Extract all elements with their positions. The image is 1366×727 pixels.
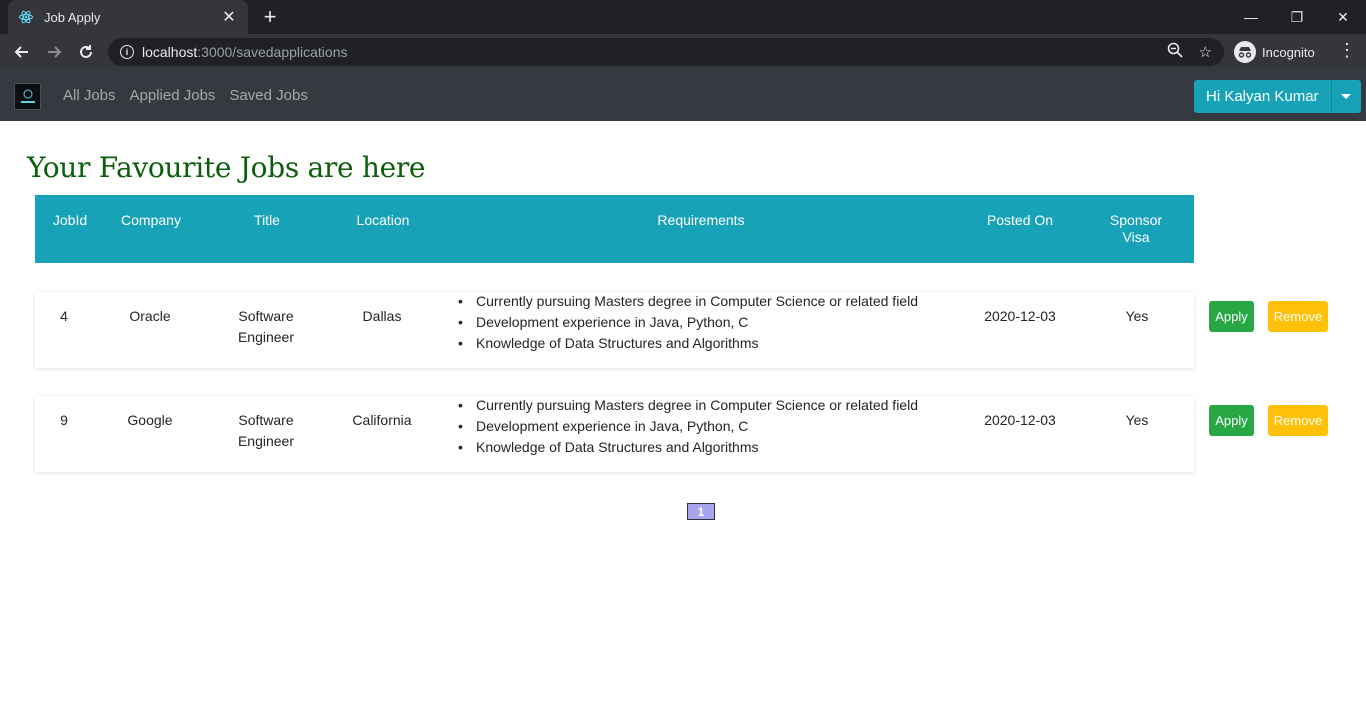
table-header: JobId Company Title Location Requirement… — [35, 195, 1194, 263]
apply-button[interactable]: Apply — [1209, 301, 1254, 332]
incognito-icon — [1234, 41, 1256, 63]
restore-icon[interactable]: ❐ — [1274, 0, 1320, 34]
app-navbar: All Jobs Applied Jobs Saved Jobs Hi Kaly… — [0, 70, 1366, 121]
forward-icon[interactable] — [38, 36, 70, 68]
close-tab-icon[interactable]: ✕ — [220, 7, 238, 27]
header-location: Location — [356, 212, 410, 228]
cell-sponsor-visa: Yes — [1125, 308, 1149, 324]
cell-title-line1: Software — [238, 308, 294, 324]
nav-saved-jobs[interactable]: Saved Jobs — [229, 87, 307, 104]
back-icon[interactable] — [6, 36, 38, 68]
window-controls: — ❐ ✕ — [1228, 0, 1366, 34]
cell-company: Oracle — [129, 308, 171, 324]
header-sponsor-line2: Visa — [1122, 229, 1150, 245]
cell-title-line2: Engineer — [237, 433, 295, 449]
pagination-page-1[interactable]: 1 — [687, 503, 715, 520]
requirement-item: Currently pursuing Masters degree in Com… — [458, 291, 996, 312]
cell-title-line1: Software — [238, 412, 294, 428]
table-row: 4 Oracle Software Engineer Dallas Curren… — [35, 291, 1194, 368]
nav-applied-jobs[interactable]: Applied Jobs — [130, 87, 216, 104]
requirement-item: Currently pursuing Masters degree in Com… — [458, 395, 996, 416]
cell-company: Google — [127, 412, 173, 428]
window-close-icon[interactable]: ✕ — [1320, 0, 1366, 34]
header-title: Title — [254, 212, 280, 228]
remove-button[interactable]: Remove — [1268, 301, 1328, 332]
user-button[interactable]: Hi Kalyan Kumar — [1194, 80, 1331, 113]
reload-icon[interactable] — [70, 36, 102, 68]
cell-jobid: 9 — [60, 412, 68, 428]
tab-title: Job Apply — [44, 9, 101, 25]
browser-tabstrip: Job Apply ✕ + — ❐ ✕ — [0, 0, 1366, 34]
react-icon — [18, 9, 34, 25]
cell-title-line2: Engineer — [237, 329, 295, 345]
new-tab-icon[interactable]: + — [260, 6, 280, 28]
cell-jobid: 4 — [60, 308, 68, 324]
cell-posted-on: 2020-12-03 — [984, 308, 1056, 324]
requirement-item: Development experience in Java, Python, … — [458, 416, 996, 437]
profile-label: Incognito — [1262, 44, 1315, 60]
site-info-icon[interactable]: i — [120, 45, 134, 59]
remove-button[interactable]: Remove — [1268, 405, 1328, 436]
header-company: Company — [121, 212, 181, 228]
cell-title: Software Engineer — [221, 410, 311, 452]
cell-title: Software Engineer — [221, 306, 311, 348]
apply-button[interactable]: Apply — [1209, 405, 1254, 436]
address-bar[interactable]: i localhost:3000/savedapplications ☆ — [108, 38, 1224, 66]
header-jobid: JobId — [52, 212, 88, 228]
user-dropdown-toggle[interactable] — [1330, 80, 1361, 113]
caret-down-icon — [1341, 94, 1352, 99]
table-row: 9 Google Software Engineer California Cu… — [35, 395, 1194, 472]
cell-location: California — [352, 412, 412, 428]
zoom-icon[interactable] — [1167, 42, 1183, 62]
cell-location: Dallas — [362, 308, 402, 324]
nav-links: All Jobs Applied Jobs Saved Jobs — [63, 70, 308, 121]
browser-tab[interactable]: Job Apply ✕ — [8, 0, 248, 34]
requirement-item: Development experience in Java, Python, … — [458, 312, 996, 333]
requirement-item: Knowledge of Data Structures and Algorit… — [458, 437, 996, 458]
requirement-item: Knowledge of Data Structures and Algorit… — [458, 333, 996, 354]
requirements-list: Currently pursuing Masters degree in Com… — [458, 291, 996, 354]
header-posted-on: Posted On — [986, 212, 1054, 228]
page-title: Your Favourite Jobs are here — [27, 151, 426, 184]
browser-toolbar: i localhost:3000/savedapplications ☆ Inc… — [0, 34, 1366, 70]
url-path: :3000/savedapplications — [197, 44, 348, 60]
minimize-icon[interactable]: — — [1228, 0, 1274, 34]
nav-all-jobs[interactable]: All Jobs — [63, 87, 116, 104]
brand-logo[interactable] — [14, 83, 41, 110]
requirements-list: Currently pursuing Masters degree in Com… — [458, 395, 996, 458]
header-sponsor-line1: Sponsor — [1109, 212, 1163, 228]
incognito-profile[interactable]: Incognito — [1234, 40, 1315, 64]
cell-posted-on: 2020-12-03 — [984, 412, 1056, 428]
bookmark-star-icon[interactable]: ☆ — [1199, 43, 1212, 61]
user-dropdown: Hi Kalyan Kumar — [1194, 80, 1361, 113]
header-sponsor-visa: Sponsor Visa — [1095, 212, 1177, 246]
browser-menu-icon[interactable]: ⋮ — [1338, 40, 1356, 61]
cell-sponsor-visa: Yes — [1125, 412, 1149, 428]
header-requirements: Requirements — [657, 212, 745, 228]
url-host: localhost — [142, 44, 198, 60]
